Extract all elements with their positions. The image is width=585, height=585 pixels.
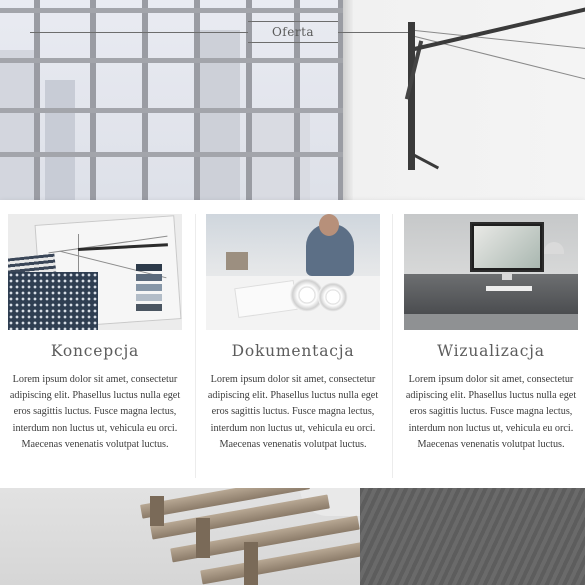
offer-card-dokumentacja[interactable]: Dokumentacja Lorem ipsum dolor sit amet,… [206,214,380,453]
koncepcja-image [8,214,182,330]
offer-card-koncepcja[interactable]: Koncepcja Lorem ipsum dolor sit amet, co… [8,214,182,453]
offer-text-wizualizacja: Lorem ipsum dolor sit amet, consectetur … [405,374,577,450]
offer-card-wizualizacja[interactable]: Wizualizacja Lorem ipsum dolor sit amet,… [404,214,578,453]
offer-title-wizualizacja: Wizualizacja [437,342,545,360]
hero-banner: Oferta [0,0,585,200]
bottom-photo [0,488,585,585]
offer-panel: Koncepcja Lorem ipsum dolor sit amet, co… [0,200,585,488]
section-title: Oferta [271,25,315,39]
offer-text-dokumentacja: Lorem ipsum dolor sit amet, consectetur … [207,374,379,450]
section-header: Oferta [0,21,585,43]
wizualizacja-image [404,214,578,330]
offer-title-koncepcja: Koncepcja [50,342,140,360]
offer-text-koncepcja: Lorem ipsum dolor sit amet, consectetur … [9,374,181,450]
dokumentacja-image [206,214,380,330]
offer-title-dokumentacja: Dokumentacja [231,342,355,360]
